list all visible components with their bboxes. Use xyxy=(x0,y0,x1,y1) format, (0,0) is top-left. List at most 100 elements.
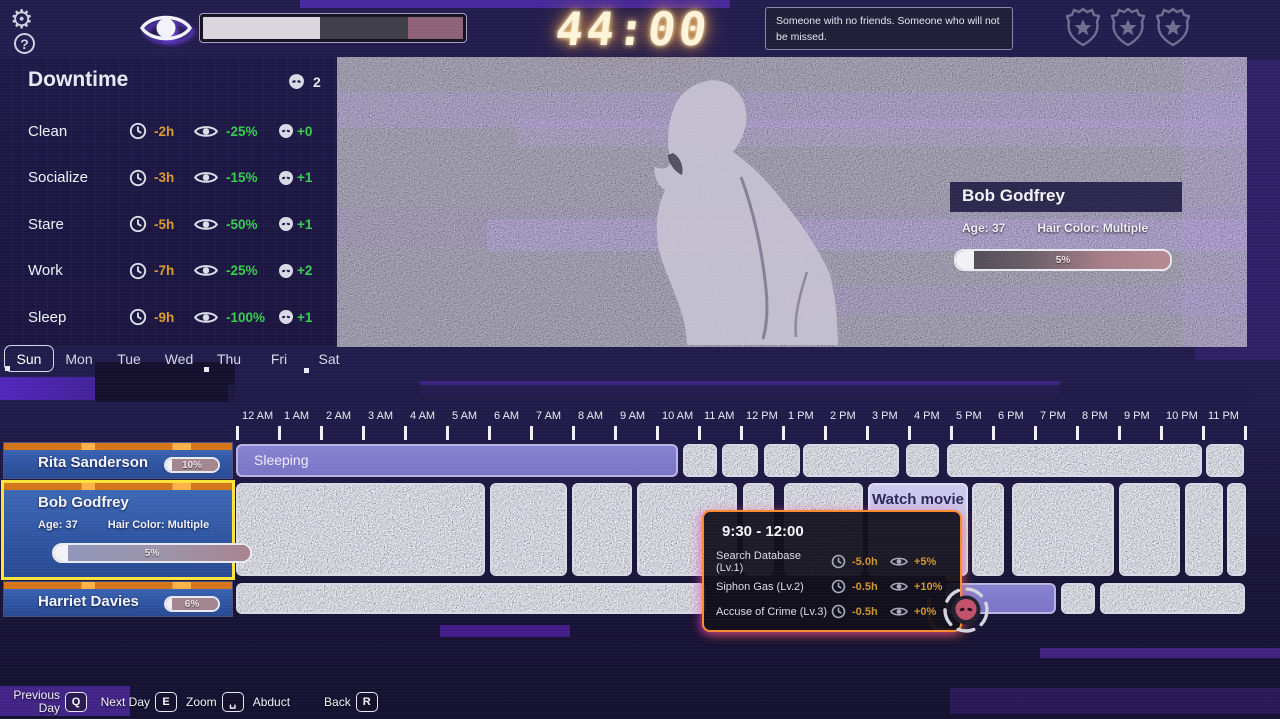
eye-icon xyxy=(194,263,218,278)
hotkey-label: Previous Day xyxy=(6,689,60,714)
unknown-activity-block[interactable] xyxy=(236,483,485,576)
downtime-label: Work xyxy=(28,262,129,279)
downtime-option-work[interactable]: Work-7h-25%+2 xyxy=(0,248,337,295)
static-noise xyxy=(685,446,715,475)
unknown-activity-block[interactable] xyxy=(764,444,800,477)
glitch-streak xyxy=(440,625,570,637)
unknown-activity-block[interactable] xyxy=(1061,583,1095,614)
clock-icon xyxy=(129,215,147,233)
hour-label: 8 PM xyxy=(1082,410,1108,422)
hour-label: 4 PM xyxy=(914,410,940,422)
downtime-option-socialize[interactable]: Socialize-3h-15%+1 xyxy=(0,155,337,202)
downtime-option-clean[interactable]: Clean-2h-25%+0 xyxy=(0,108,337,155)
action-time-cost: -0.5h xyxy=(852,581,890,593)
subject-hair: Hair Color: Multiple xyxy=(1037,221,1148,235)
day-tab-sat[interactable]: Sat xyxy=(304,345,354,372)
watch-eye-icon xyxy=(138,8,194,48)
alien-icon xyxy=(278,216,294,232)
unknown-activity-block[interactable] xyxy=(683,444,717,477)
hour-tick xyxy=(446,426,449,440)
clock-icon xyxy=(831,579,846,594)
subject-card-bob[interactable]: Bob Godfrey Age: 37 Hair Color: Multiple… xyxy=(4,483,232,577)
downtime-option-sleep[interactable]: Sleep-9h-100%+1 xyxy=(0,294,337,341)
static-noise xyxy=(1229,485,1244,574)
watch-meter-segment xyxy=(320,17,408,39)
hotkey-key: R xyxy=(356,692,378,712)
downtime-alien-delta: +0 xyxy=(297,124,323,139)
static-noise xyxy=(1208,446,1242,475)
downtime-time-cost: -5h xyxy=(154,217,194,232)
day-tab-sun[interactable]: Sun xyxy=(4,345,54,372)
popup-time-range: 9:30 - 12:00 xyxy=(722,523,948,540)
watch-meter xyxy=(199,13,467,43)
police-badges xyxy=(1066,7,1190,47)
static-noise xyxy=(949,446,1200,475)
police-badge-icon xyxy=(1156,7,1190,47)
hour-label: 3 PM xyxy=(872,410,898,422)
unknown-activity-block[interactable] xyxy=(1119,483,1180,576)
unknown-activity-block[interactable] xyxy=(1012,483,1114,576)
eye-icon xyxy=(890,556,908,567)
downtime-label: Sleep xyxy=(28,309,129,326)
popup-action-accuse-of-crime-lv-3-[interactable]: Accuse of Crime (Lv.3)-0.5h+0% xyxy=(716,599,948,624)
popup-action-siphon-gas-lv-2-[interactable]: Siphon Gas (Lv.2)-0.5h+10% xyxy=(716,574,948,599)
day-tab-fri[interactable]: Fri xyxy=(254,345,304,372)
eye-icon xyxy=(194,310,218,325)
downtime-alien-counter: 2 xyxy=(288,73,321,90)
hour-tick xyxy=(950,426,953,440)
hour-tick xyxy=(1244,426,1247,440)
unknown-activity-block[interactable] xyxy=(572,483,632,576)
day-tab-tue[interactable]: Tue xyxy=(104,345,154,372)
static-noise xyxy=(492,485,565,574)
settings-gear-icon[interactable]: ⚙ xyxy=(10,4,33,35)
unknown-activity-block[interactable] xyxy=(722,444,758,477)
card-stripe xyxy=(4,443,232,450)
static-noise xyxy=(766,446,798,475)
unknown-activity-block[interactable] xyxy=(1227,483,1246,576)
alien-icon xyxy=(278,309,294,325)
card-progress-bar: 6% xyxy=(164,596,220,612)
day-tab-mon[interactable]: Mon xyxy=(54,345,104,372)
unknown-activity-block[interactable] xyxy=(1185,483,1223,576)
unknown-activity-block[interactable] xyxy=(947,444,1202,477)
hour-tick xyxy=(992,426,995,440)
clock-icon xyxy=(831,604,846,619)
day-tab-wed[interactable]: Wed xyxy=(154,345,204,372)
hour-label: 1 AM xyxy=(284,410,309,422)
hour-label: 12 AM xyxy=(242,410,273,422)
watch-meter-segment xyxy=(408,17,463,39)
card-age: Age: 37 xyxy=(38,519,78,531)
hour-tick xyxy=(320,426,323,440)
downtime-option-stare[interactable]: Stare-5h-50%+1 xyxy=(0,201,337,248)
static-noise xyxy=(238,585,704,612)
day-tab-thu[interactable]: Thu xyxy=(204,345,254,372)
glitch-dot xyxy=(304,368,309,373)
hour-tick xyxy=(236,426,239,440)
unknown-activity-block[interactable] xyxy=(972,483,1004,576)
subject-card-harriet[interactable]: Harriet Davies 6% xyxy=(4,582,232,616)
static-noise xyxy=(1102,585,1243,612)
activity-block-sleeping[interactable]: Sleeping xyxy=(236,444,678,477)
subject-card-rita[interactable]: Rita Sanderson 10% xyxy=(4,443,232,478)
hotkey-label: Back xyxy=(324,696,351,709)
card-name: Rita Sanderson xyxy=(38,454,148,471)
hour-label: 12 PM xyxy=(746,410,778,422)
unknown-activity-block[interactable] xyxy=(803,444,899,477)
static-noise xyxy=(238,485,483,574)
activity-label: Sleeping xyxy=(238,446,676,468)
unknown-activity-block[interactable] xyxy=(1100,583,1245,614)
unknown-activity-block[interactable] xyxy=(1206,444,1244,477)
unknown-activity-block[interactable] xyxy=(236,583,706,614)
popup-action-search-database-lv-1-[interactable]: Search Database (Lv.1)-5.0h+5% xyxy=(716,549,948,574)
hour-label: 9 AM xyxy=(620,410,645,422)
help-icon[interactable]: ? xyxy=(14,33,35,54)
unknown-activity-block[interactable] xyxy=(906,444,939,477)
static-noise xyxy=(724,446,756,475)
glitch-dot xyxy=(204,367,209,372)
watch-meter-segments xyxy=(203,17,463,39)
abduct-target-icon[interactable] xyxy=(941,585,991,635)
glitch-dot xyxy=(5,366,10,371)
alien-icon xyxy=(278,170,294,186)
hour-tick xyxy=(1160,426,1163,440)
unknown-activity-block[interactable] xyxy=(490,483,567,576)
